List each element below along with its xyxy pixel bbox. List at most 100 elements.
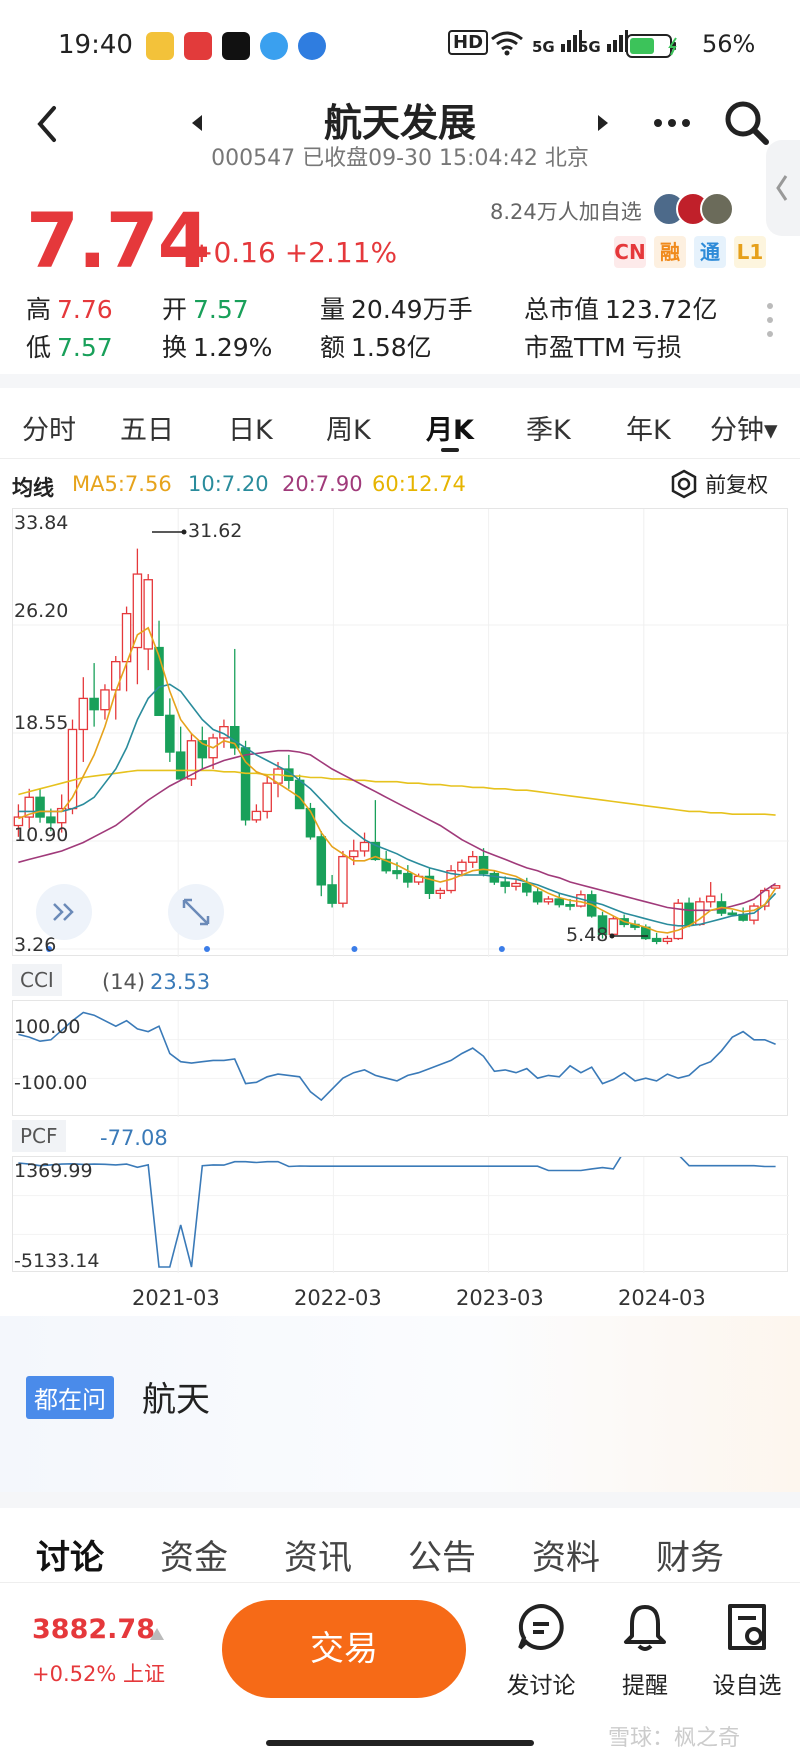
watchers-count: 8.24万人加自选 — [490, 200, 642, 224]
candle-body — [100, 689, 110, 711]
cci-chart[interactable] — [12, 1000, 789, 1117]
tag-margin[interactable]: 融 — [654, 236, 686, 268]
tab-funds[interactable]: 资金 — [160, 1530, 228, 1579]
next-stock-button[interactable] — [596, 114, 610, 136]
watchlist-add-icon — [728, 1604, 766, 1650]
marker-dot — [498, 946, 505, 952]
candle-body — [251, 810, 262, 821]
candle-body — [457, 861, 467, 872]
more-button[interactable] — [652, 108, 692, 142]
candle-body — [294, 779, 305, 810]
clock: 19:40 — [58, 30, 133, 60]
tab-announcements[interactable]: 公告 — [408, 1530, 476, 1579]
status-bar: 19:40 HD 5G 5G 56% — [0, 0, 800, 90]
tab-daily-k[interactable]: 日K — [228, 408, 273, 447]
cci-indicator-tag[interactable]: CCI — [12, 964, 62, 996]
tag-connect[interactable]: 通 — [694, 236, 726, 268]
quote-low: 低 7.57 — [26, 328, 113, 364]
ma10-value: 10:7.20 — [188, 472, 269, 496]
side-drawer-handle[interactable] — [766, 140, 800, 236]
app-icon-5 — [298, 32, 326, 60]
volume-label: 量 — [320, 295, 346, 324]
quote-mktcap: 总市值 123.72亿 — [524, 290, 718, 326]
tab-weekly-k[interactable]: 周K — [326, 408, 371, 447]
candle-body — [143, 579, 153, 650]
expand-sidebar-button[interactable] — [36, 884, 92, 940]
ask-section[interactable]: 都在问 航天 — [0, 1316, 800, 1492]
candle-body — [478, 855, 489, 875]
app-icon-1 — [146, 32, 174, 60]
signal-5g-icon-2: 5G — [578, 30, 628, 56]
tab-news[interactable]: 资讯 — [284, 1530, 352, 1579]
low-label: 低 — [26, 333, 52, 362]
candle-body — [565, 903, 575, 907]
chevron-left-icon — [776, 175, 788, 201]
x-tick: 2024-03 — [618, 1286, 706, 1310]
trade-button[interactable]: 交易 — [222, 1600, 466, 1698]
pcf-chart[interactable] — [12, 1150, 789, 1273]
fullscreen-icon — [182, 898, 210, 926]
pcf-value: -77.08 — [100, 1126, 168, 1150]
ma20-line — [18, 749, 777, 912]
caret-right-icon — [598, 115, 608, 131]
kline-chart[interactable] — [12, 508, 789, 957]
watcher-avatars[interactable] — [652, 192, 762, 226]
kline-svg — [13, 509, 789, 957]
fullscreen-button[interactable] — [168, 884, 224, 940]
ma60-value: 60:12.74 — [372, 472, 466, 496]
candle-body — [435, 889, 446, 894]
candle-body — [543, 898, 554, 903]
tab-discussion[interactable]: 讨论 — [36, 1530, 104, 1579]
pcf-indicator-tag[interactable]: PCF — [12, 1120, 66, 1152]
vertical-dots-icon — [767, 303, 773, 337]
hd-icon: HD — [448, 30, 489, 55]
tab-5day[interactable]: 五日 — [120, 408, 174, 447]
tab-minute[interactable]: 分钟▾ — [710, 408, 778, 447]
tag-l1[interactable]: L1 — [734, 236, 766, 268]
add-watchlist-button[interactable]: 设自选 — [702, 1602, 792, 1702]
mktcap-label: 总市值 — [524, 295, 600, 324]
candle-body — [175, 751, 186, 780]
quote-more-button[interactable] — [764, 300, 776, 344]
discuss-button[interactable]: 发讨论 — [496, 1602, 586, 1702]
adjust-button[interactable]: 前复权 — [668, 468, 768, 500]
cci-param: (14) — [102, 970, 146, 994]
index-change: +0.52% 上证 — [32, 1662, 165, 1686]
candle-body — [705, 895, 716, 903]
candle-body — [554, 898, 565, 906]
tab-financials[interactable]: 财务 — [656, 1530, 724, 1579]
signal-5g-icon-1: 5G — [532, 30, 582, 56]
section-gap — [0, 374, 800, 388]
tag-cn[interactable]: CN — [614, 236, 646, 268]
candle-body — [338, 855, 348, 904]
index-ticker[interactable]: 3882.78 +0.52% 上证 — [0, 1584, 200, 1704]
avatar — [700, 192, 734, 226]
cci-y-tick: 100.00 — [14, 1016, 81, 1038]
remind-label: 提醒 — [622, 1673, 668, 1699]
candle-body — [359, 841, 370, 852]
remind-button[interactable]: 提醒 — [600, 1602, 690, 1702]
discuss-label: 发讨论 — [506, 1673, 576, 1699]
marker-dot — [204, 946, 210, 952]
settings-icon — [671, 469, 697, 499]
cci-line — [18, 1011, 776, 1102]
candle-body — [89, 697, 99, 711]
stock-subtitle: 000547 已收盘09-30 15:04:42 北京 — [211, 146, 589, 171]
candle-body — [327, 884, 337, 904]
last-price: 7.74 — [26, 196, 211, 285]
tab-timeshare[interactable]: 分时 — [22, 408, 76, 447]
trade-label: 交易 — [310, 1629, 378, 1669]
battery-percent: 56% — [702, 30, 756, 58]
quote-pe: 市盈TTM 亏损 — [524, 328, 682, 364]
tab-quarterly-k[interactable]: 季K — [526, 408, 571, 447]
quote-open: 开 7.57 — [162, 290, 249, 326]
triangle-up-icon — [150, 1628, 164, 1640]
tab-profile[interactable]: 资料 — [532, 1530, 600, 1579]
max-value: 31.62 — [188, 520, 243, 542]
tab-monthly-k[interactable]: 月K — [426, 408, 474, 447]
amount-label: 额 — [320, 333, 346, 362]
ma20-value: 20:7.90 — [282, 472, 363, 496]
min-value: 5.48 — [566, 924, 609, 946]
quote-turnover: 换 1.29% — [162, 328, 272, 364]
tab-yearly-k[interactable]: 年K — [626, 408, 671, 447]
